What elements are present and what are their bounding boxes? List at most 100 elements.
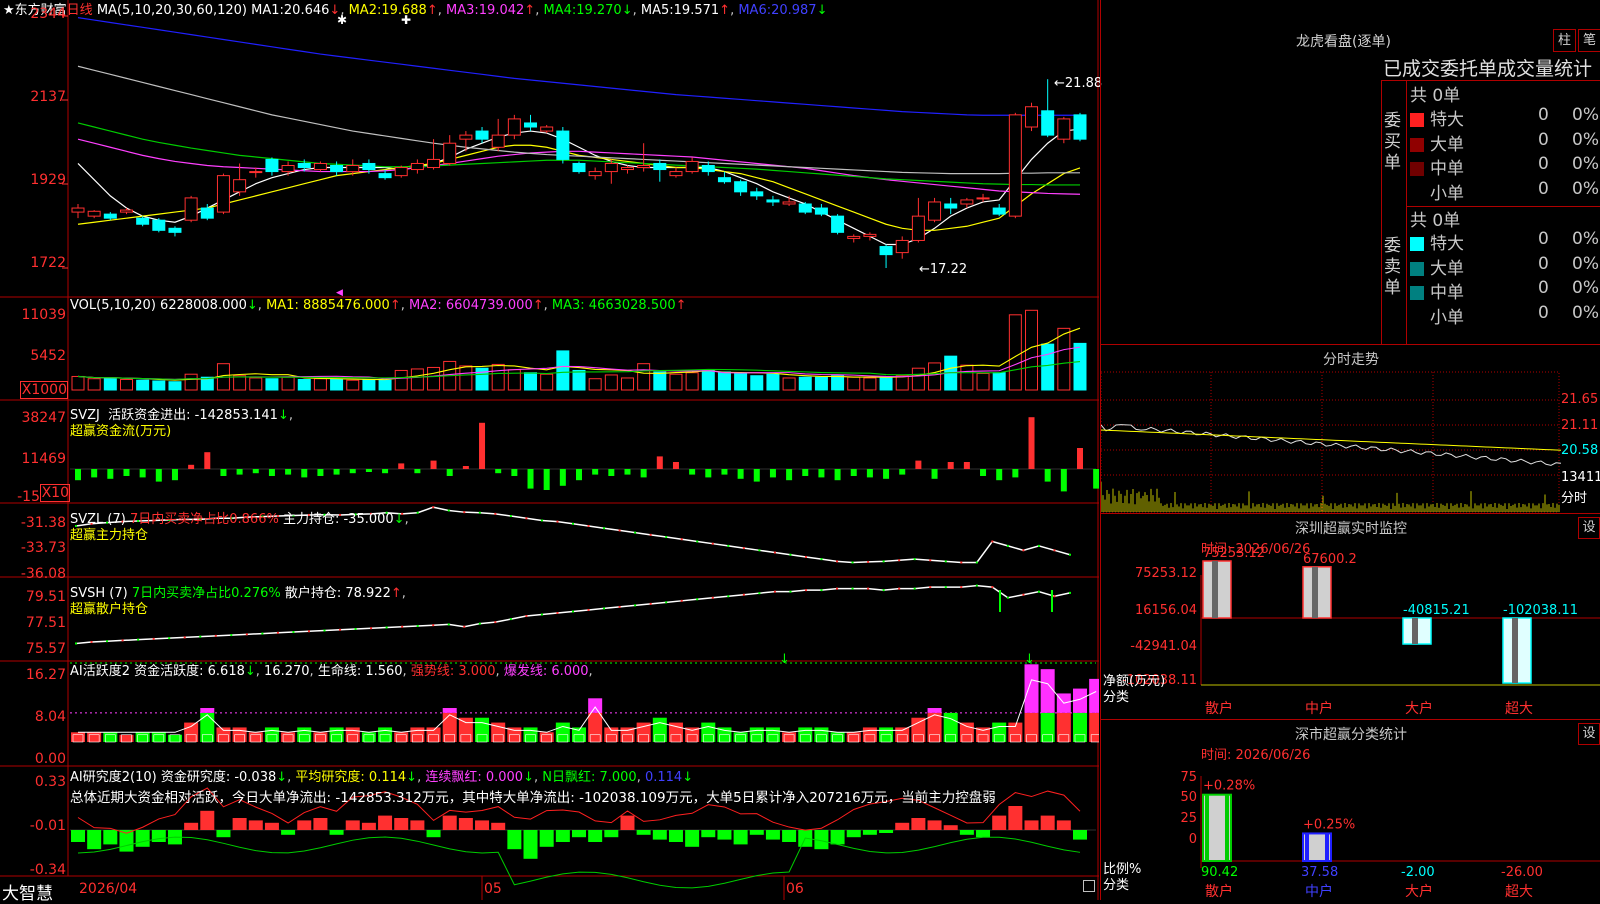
stats-tabs[interactable]: 已成交委托单成交量统计: [1383, 54, 1592, 81]
sell-type: 特大: [1430, 234, 1464, 254]
svzl-ytick-3: -36.08: [20, 566, 66, 582]
intraday-panel[interactable]: 分时走势 21.65 21.11 20.58 13411 分时: [1101, 344, 1600, 513]
main-header: ★东方财富日线 MA(5,10,20,30,60,120) MA1:20.646…: [3, 3, 828, 18]
svzl-line-tick: [913, 558, 916, 561]
svzl-line-tick: [991, 540, 994, 543]
svzj-bar: [414, 469, 421, 474]
ma-label: MA(5,10,20,30,60,120): [96, 3, 247, 18]
candle-body: [71, 207, 85, 213]
svzl-line-tick: [416, 511, 419, 514]
intraday-unit: 分时: [1561, 491, 1588, 506]
svsh-line-tick: [851, 587, 854, 590]
ai2-bar: [588, 830, 603, 842]
ai2-bar: [475, 820, 490, 830]
svzj-bar: [91, 469, 98, 478]
sz-monitor-settings-button[interactable]: 设: [1578, 517, 1600, 539]
column-view-button[interactable]: 柱: [1553, 29, 1576, 52]
svzj-bar: [495, 469, 502, 474]
candle-body: [1057, 118, 1071, 140]
candle-body: [297, 162, 311, 169]
sz-class-settings-button[interactable]: 设: [1578, 723, 1600, 745]
candle-body: [524, 122, 538, 128]
svsh-line-tick: [944, 586, 947, 589]
svzj-bar: [608, 469, 615, 476]
volume-bar: [87, 378, 101, 391]
vol-ytick-1: 11039: [21, 307, 66, 323]
svzj-ytick-2: 11469: [21, 451, 66, 467]
volume-bar: [717, 371, 731, 391]
volume-bar: [1041, 343, 1055, 391]
candle-body: [233, 179, 247, 193]
ai2-bar: [378, 815, 393, 830]
candle-body: [410, 162, 424, 171]
svzj-bar: [656, 456, 663, 469]
svsh-line-tick: [603, 607, 606, 610]
svzj-bar: [769, 469, 776, 478]
candle-body: [847, 235, 861, 239]
svzj-bar: [398, 463, 405, 469]
svzj-bar: [1012, 469, 1019, 478]
svzj-bar: [317, 469, 324, 476]
chart-canvas[interactable]: ✱ ✚◀↓ ↓: [0, 0, 1099, 900]
svzj-bar: [1093, 469, 1099, 489]
sell-pct: 0%: [1572, 229, 1599, 249]
buy-row: 大单 0 0%: [1410, 130, 1600, 155]
candle-body: [394, 167, 408, 177]
svsh-line-tick: [540, 613, 543, 616]
svsh-line-tick: [680, 599, 683, 602]
svsh-line-tick: [525, 615, 528, 618]
ai2-bar: [1040, 815, 1055, 830]
lock-icon[interactable]: [1083, 880, 1095, 892]
svzl-line-tick: [649, 533, 652, 536]
svsh-line-tick: [401, 625, 404, 628]
svzl-line-tick: [447, 509, 450, 512]
sz-class-panel[interactable]: 深市超赢分类统计 设 时间: 2026/06/26 75 50 25 0 比例%…: [1101, 719, 1600, 901]
volume-bar: [265, 378, 279, 391]
buy-type: 特大: [1430, 110, 1464, 130]
svsh-ytick-1: 79.51: [25, 589, 66, 605]
volume-bar: [136, 379, 150, 391]
ai2-bar: [103, 830, 118, 845]
ma2-text: MA2:19.688↑: [348, 3, 438, 18]
pen-view-button[interactable]: 笔: [1578, 29, 1600, 52]
vol-unit: X1000: [20, 381, 68, 399]
sell-row: 大单 0 0%: [1410, 254, 1600, 279]
ai2-bar: [232, 818, 247, 830]
sell-count: 0: [1538, 253, 1549, 274]
date-label-1: 2026/04: [79, 881, 138, 897]
sz-monitor-panel[interactable]: 深圳超赢实时监控 设 时间: 2026/06/26 75253.12 16156…: [1101, 513, 1600, 719]
volume-bar: [103, 377, 117, 391]
candle-body: [200, 207, 214, 219]
candle-body: [507, 118, 521, 136]
svzj-bar: [333, 469, 340, 475]
ai1-header: AI活跃度2 资金活跃度: 6.618↓, 16.270, 生命线: 1.560…: [70, 664, 593, 679]
period-label[interactable]: 日线: [67, 3, 93, 18]
volume-bar: [378, 379, 392, 391]
svzj-bar: [285, 469, 292, 475]
ai2-bar: [1056, 820, 1071, 830]
ai2-bar: [394, 818, 409, 830]
chart-area[interactable]: ✱ ✚ ◀ ↓ ↓ ★东方财富日线 MA(5,10,20,30,60,120) MA1:…: [0, 0, 1102, 904]
sz-class-ytick-2: 50: [1180, 790, 1197, 805]
sz-class-ytick-3: 25: [1180, 811, 1197, 826]
intraday-ytick-3: 20.58: [1561, 443, 1599, 458]
svzj-bar: [866, 469, 873, 478]
vol-ytick-2: 5452: [30, 348, 66, 364]
svsh-line-tick: [804, 589, 807, 592]
ai2-bar: [636, 830, 651, 835]
candle-body: [1073, 114, 1087, 140]
svzj-bar: [947, 462, 954, 469]
main-ytick-2: 2137: [30, 89, 66, 105]
volume-bar: [410, 368, 424, 391]
candle-body: [637, 164, 651, 169]
svzl-line-tick: [742, 547, 745, 550]
svzj-bar: [931, 469, 938, 479]
candle-body: [911, 215, 925, 241]
buy-type: 大单: [1430, 134, 1464, 155]
candle-body: [346, 164, 360, 173]
candle-body: [475, 130, 489, 140]
candle-body: [928, 201, 942, 221]
volume-bar: [168, 381, 182, 391]
ai2-bar: [862, 830, 877, 835]
svsh-line-tick: [478, 622, 481, 625]
